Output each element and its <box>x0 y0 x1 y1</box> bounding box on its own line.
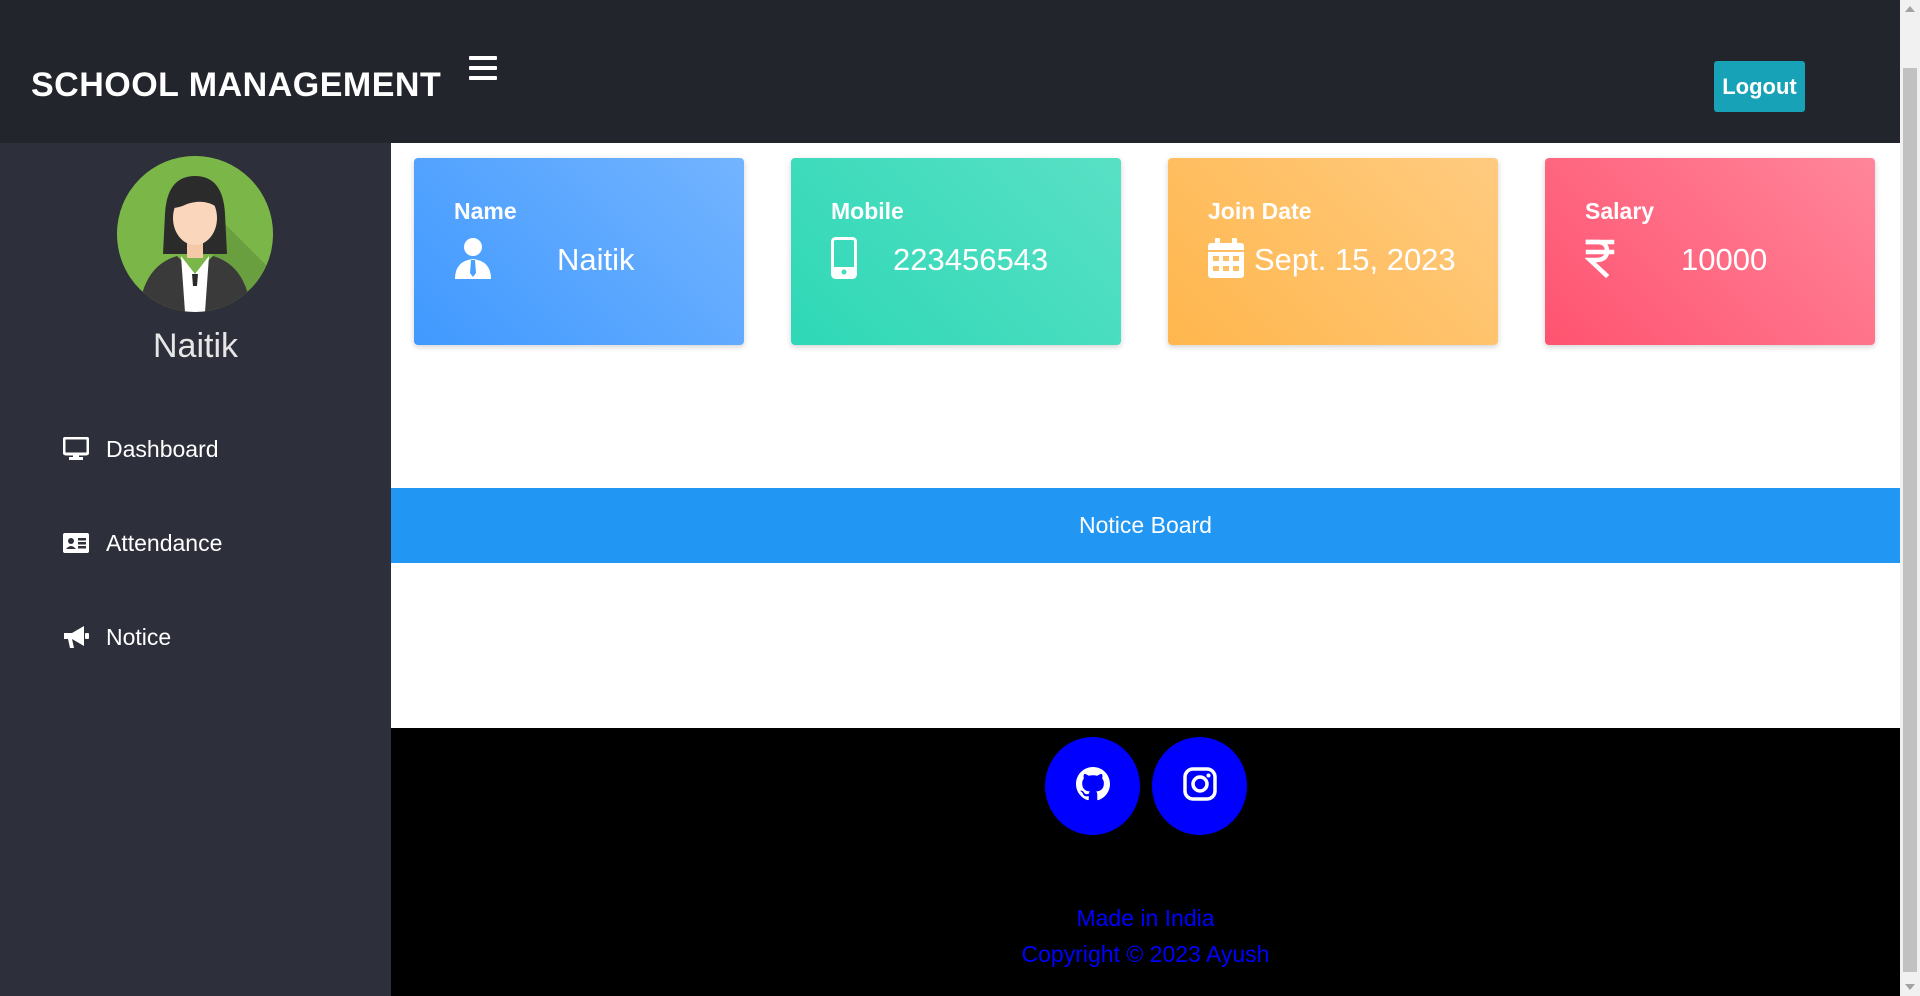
desktop-icon <box>62 435 90 463</box>
sidebar-item-label: Attendance <box>106 529 223 556</box>
avatar <box>117 156 273 312</box>
top-navbar: SCHOOL MANAGEMENT Logout <box>0 0 1900 143</box>
card-value: 10000 <box>1681 242 1768 277</box>
user-tie-icon <box>454 236 498 280</box>
notice-board-title: Notice Board <box>1079 512 1212 538</box>
copyright-text: Copyright © 2023 Ayush <box>1021 941 1270 967</box>
join-date-card: Join Date Sept. 15, 2023 <box>1168 158 1498 345</box>
mobile-icon <box>831 236 875 280</box>
scroll-up-arrow-icon[interactable] <box>1905 6 1915 12</box>
calendar-icon <box>1208 236 1252 280</box>
card-value: 223456543 <box>893 242 1049 277</box>
card-title: Salary <box>1585 198 1655 224</box>
rupee-icon <box>1585 236 1629 280</box>
name-card: Name Naitik <box>414 158 744 345</box>
id-card-icon <box>62 529 90 557</box>
made-in-text: Made in India <box>1076 905 1215 931</box>
instagram-link[interactable] <box>1152 737 1247 835</box>
sidebar-item-notice[interactable]: Notice <box>62 619 171 655</box>
vertical-scrollbar[interactable] <box>1900 0 1920 996</box>
footer: Made in India Copyright © 2023 Ayush <box>391 728 1900 996</box>
notice-board-header: Notice Board <box>391 488 1900 563</box>
hamburger-menu-icon[interactable] <box>469 56 497 80</box>
card-value: Naitik <box>557 242 635 277</box>
scroll-thumb[interactable] <box>1903 68 1917 972</box>
card-value: Sept. 15, 2023 <box>1254 242 1456 277</box>
mobile-card: Mobile 223456543 <box>791 158 1121 345</box>
brand-title: SCHOOL MANAGEMENT <box>31 66 442 104</box>
github-icon <box>1075 766 1110 806</box>
card-title: Join Date <box>1208 198 1312 224</box>
sidebar-item-attendance[interactable]: Attendance <box>62 525 222 561</box>
github-link[interactable] <box>1045 737 1140 835</box>
bullhorn-icon <box>62 623 90 651</box>
sidebar-user-name: Naitik <box>152 327 239 365</box>
logout-button[interactable]: Logout <box>1714 61 1805 112</box>
card-title: Mobile <box>831 198 904 224</box>
card-title: Name <box>454 198 517 224</box>
sidebar-item-label: Dashboard <box>106 435 219 462</box>
sidebar-item-dashboard[interactable]: Dashboard <box>62 431 219 467</box>
sidebar: Naitik Dashboard Attendance Notice <box>0 143 391 996</box>
salary-card: Salary 10000 <box>1545 158 1875 345</box>
instagram-icon <box>1182 766 1217 806</box>
sidebar-item-label: Notice <box>106 623 172 650</box>
scroll-down-arrow-icon[interactable] <box>1905 984 1915 990</box>
